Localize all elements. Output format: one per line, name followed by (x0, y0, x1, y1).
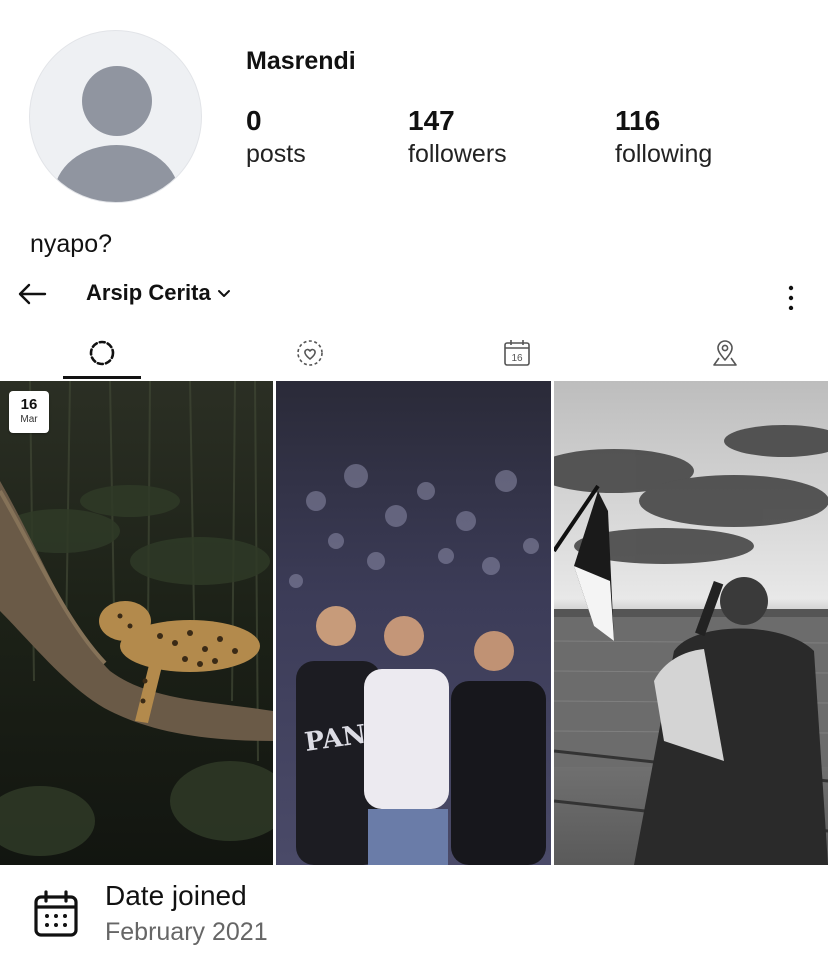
tab-map[interactable] (675, 330, 775, 380)
tab-calendar[interactable]: 16 (467, 330, 567, 380)
calendar-icon-day: 16 (511, 353, 523, 364)
followers-label: followers (408, 140, 507, 168)
story-thumbnail[interactable] (554, 381, 828, 865)
back-arrow-icon (18, 283, 47, 305)
calendar-icon (34, 890, 78, 937)
posts-count: 0 (246, 105, 262, 136)
date-joined-row: Date joined February 2021 (0, 870, 828, 978)
avatar-placeholder-head (82, 66, 152, 136)
followers-stat[interactable]: 147 followers (408, 104, 507, 170)
profile-bio: nyapo? (30, 230, 113, 258)
story-thumbnail[interactable]: 16 Mar (0, 381, 273, 865)
tab-highlights[interactable] (260, 330, 360, 380)
posts-label: posts (246, 140, 306, 168)
archive-tabs: 16 (0, 330, 828, 380)
story-thumbnail[interactable]: PAN (276, 381, 551, 865)
following-count: 116 (615, 105, 661, 136)
profile-username: Masrendi (246, 47, 356, 75)
followers-count: 147 (408, 105, 455, 136)
avatar-placeholder-body (54, 145, 179, 202)
posts-stat[interactable]: 0 posts (246, 104, 306, 170)
profile-avatar[interactable] (29, 30, 202, 203)
badge-day: 16 (20, 396, 38, 413)
calendar-icon: 16 (504, 340, 530, 366)
story-image-boat (554, 381, 828, 865)
story-date-badge: 16 Mar (9, 391, 49, 433)
following-stat[interactable]: 116 following (615, 104, 712, 170)
story-image-friends: PAN (276, 381, 551, 865)
date-joined-title: Date joined (105, 880, 247, 911)
archive-toolbar: Arsip Cerita (0, 272, 828, 316)
map-pin-icon (713, 340, 737, 366)
album-title: Arsip Cerita (86, 280, 211, 305)
stories-ring-icon (89, 340, 115, 366)
album-selector[interactable]: Arsip Cerita (86, 280, 231, 306)
more-vertical-icon (788, 285, 794, 311)
story-image-leopard (0, 381, 273, 865)
chevron-down-icon (217, 290, 230, 298)
tab-stories[interactable] (52, 330, 152, 380)
following-label: following (615, 140, 713, 168)
back-button[interactable] (14, 276, 50, 312)
date-joined-value: February 2021 (105, 918, 268, 946)
badge-month: Mar (20, 414, 38, 425)
heart-ring-icon (297, 340, 323, 366)
active-tab-indicator (63, 376, 141, 379)
story-grid: 16 Mar PAN (0, 381, 828, 865)
more-options-button[interactable] (776, 278, 806, 311)
